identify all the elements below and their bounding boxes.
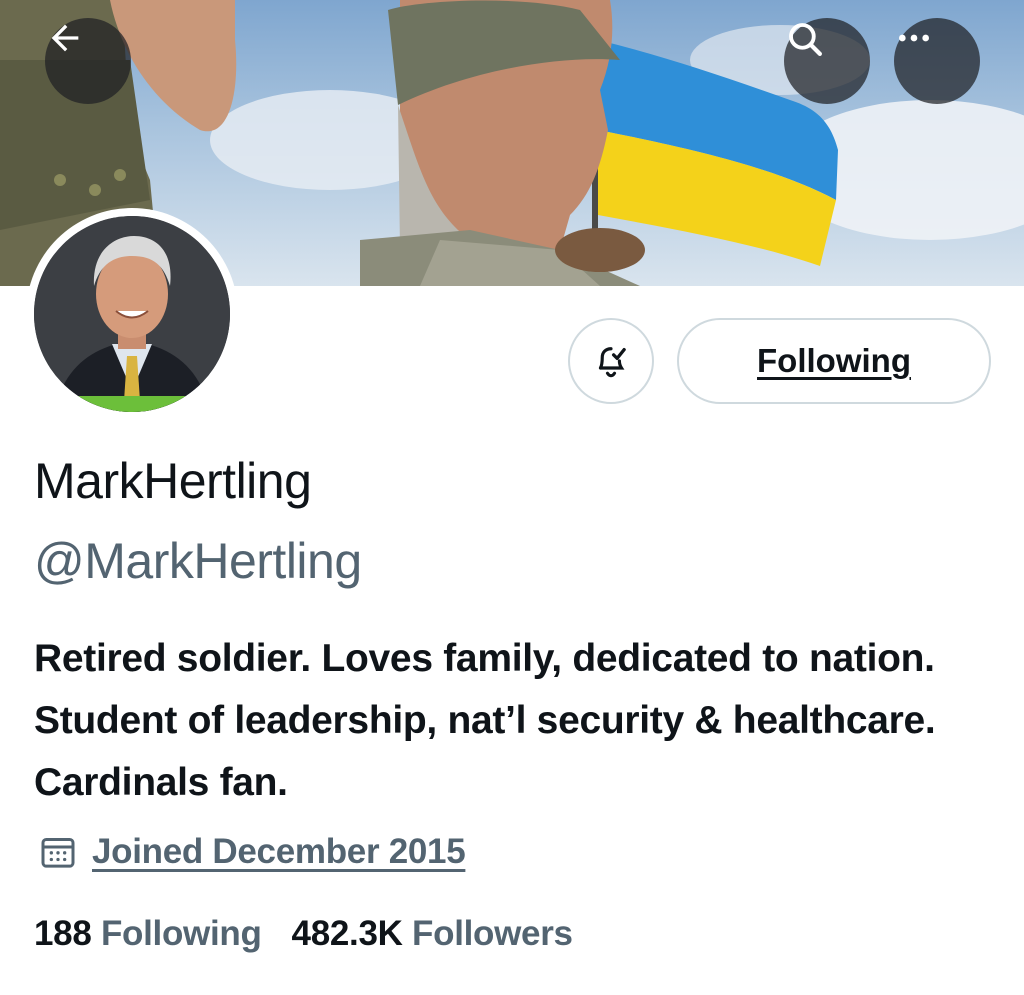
- followers-count: 482.3K: [291, 914, 403, 953]
- calendar-icon: [41, 838, 75, 868]
- more-options-button[interactable]: [894, 18, 980, 104]
- follow-stats: 188 Following 482.3K Followers: [34, 914, 573, 954]
- back-button[interactable]: [45, 18, 131, 104]
- joined-date-row: Joined December 2015: [38, 832, 466, 872]
- more-horizontal-icon: [899, 34, 929, 42]
- search-icon: [789, 23, 822, 56]
- profile-bio: Retired soldier. Loves family, dedicated…: [34, 637, 936, 804]
- following-stat-link[interactable]: 188 Following: [34, 914, 262, 954]
- followers-stat-link[interactable]: 482.3K Followers: [292, 914, 573, 954]
- following-count: 188: [34, 914, 92, 953]
- joined-date-link[interactable]: Joined December 2015: [92, 832, 466, 872]
- avatar-frame[interactable]: [26, 208, 238, 420]
- avatar: [34, 216, 230, 412]
- display-name: MarkHertling: [34, 453, 312, 509]
- user-handle: @MarkHertling: [34, 533, 362, 589]
- avatar-portrait: [34, 216, 230, 412]
- bell-subscribed-icon: [598, 347, 626, 378]
- following-label: Following: [100, 914, 262, 953]
- search-button[interactable]: [784, 18, 870, 104]
- notifications-button[interactable]: [568, 318, 654, 404]
- followers-label: Followers: [412, 914, 573, 953]
- arrow-left-icon: [51, 24, 79, 52]
- following-button[interactable]: Following: [677, 318, 991, 404]
